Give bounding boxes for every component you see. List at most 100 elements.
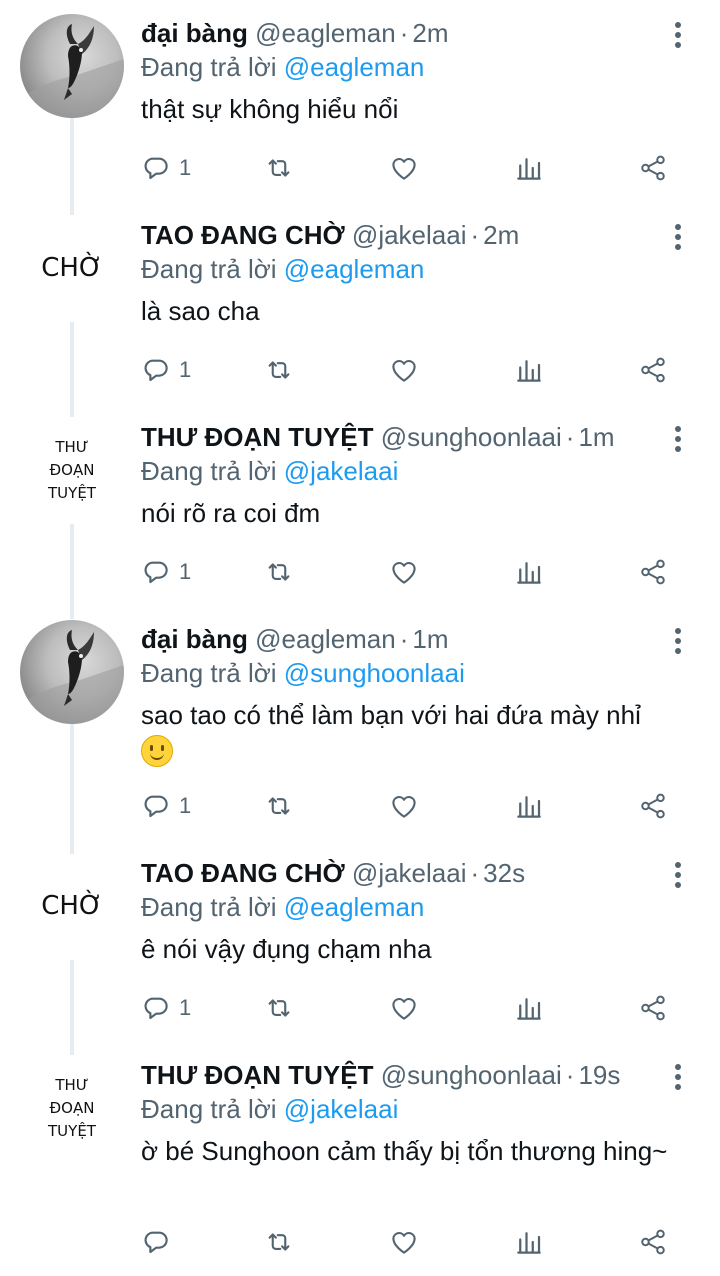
tweet-header: TAO ĐANG CHỜ @jakelaai · 32s	[141, 856, 525, 890]
more-options-button[interactable]	[668, 626, 688, 656]
separator-dot: ·	[399, 624, 409, 654]
reply-button[interactable]: 1	[141, 350, 191, 390]
user-handle[interactable]: @sunghoonlaai	[381, 1060, 562, 1090]
like-button[interactable]	[389, 988, 419, 1028]
user-handle[interactable]: @jakelaai	[352, 858, 467, 888]
display-name[interactable]: TAO ĐANG CHỜ	[141, 220, 345, 250]
share-button[interactable]	[638, 350, 668, 390]
reply-icon	[141, 557, 171, 587]
replying-to-mention[interactable]: @eagleman	[284, 892, 425, 922]
avatar[interactable]: CHỜ	[20, 216, 124, 320]
analytics-button[interactable]	[514, 1222, 544, 1262]
like-button[interactable]	[389, 552, 419, 592]
share-button[interactable]	[638, 988, 668, 1028]
retweet-button[interactable]	[264, 1222, 294, 1262]
replying-to: Đang trả lời @eagleman	[141, 890, 424, 924]
timestamp[interactable]: 2m	[412, 18, 448, 48]
replying-to-mention[interactable]: @jakelaai	[284, 456, 399, 486]
user-handle[interactable]: @sunghoonlaai	[381, 422, 562, 452]
analytics-button[interactable]	[514, 988, 544, 1028]
replying-to-mention[interactable]: @eagleman	[284, 52, 425, 82]
separator-dot: ·	[470, 858, 480, 888]
timestamp[interactable]: 2m	[483, 220, 519, 250]
timestamp[interactable]: 19s	[578, 1060, 620, 1090]
avatar[interactable]: THƯ ĐOẠN TUYỆT	[20, 1056, 124, 1160]
reply-button[interactable]: 1	[141, 786, 191, 826]
separator-dot: ·	[470, 220, 480, 250]
tweet-actions	[141, 1222, 681, 1262]
avatar-text: CHỜ	[41, 253, 103, 283]
analytics-button[interactable]	[514, 148, 544, 188]
share-button[interactable]	[638, 786, 668, 826]
share-button[interactable]	[638, 1222, 668, 1262]
more-options-button[interactable]	[668, 20, 688, 50]
avatar[interactable]: CHỜ	[20, 854, 124, 958]
heart-icon	[389, 355, 419, 385]
analytics-icon	[514, 153, 544, 183]
replying-to: Đang trả lời @sunghoonlaai	[141, 656, 465, 690]
reply-icon	[141, 355, 171, 385]
tweet[interactable]: THƯ ĐOẠN TUYỆT THƯ ĐOẠN TUYỆT @sunghoonlaai…	[0, 404, 720, 619]
tweet[interactable]: CHỜ TAO ĐANG CHỜ @jakelaai · 2m Đang trả lời…	[0, 202, 720, 417]
separator-dot: ·	[565, 422, 575, 452]
avatar-text: THƯ	[55, 1075, 89, 1094]
tweet[interactable]: THƯ ĐOẠN TUYỆT THƯ ĐOẠN TUYỆT @sunghoonlaai…	[0, 1042, 720, 1276]
thread-connector-line	[70, 524, 74, 619]
retweet-button[interactable]	[264, 350, 294, 390]
reply-button[interactable]	[141, 1222, 179, 1262]
retweet-button[interactable]	[264, 552, 294, 592]
analytics-button[interactable]	[514, 786, 544, 826]
avatar[interactable]: THƯ ĐOẠN TUYỆT	[20, 418, 124, 522]
retweet-button[interactable]	[264, 786, 294, 826]
display-name[interactable]: TAO ĐANG CHỜ	[141, 858, 345, 888]
retweet-button[interactable]	[264, 148, 294, 188]
display-name[interactable]: đại bàng	[141, 624, 248, 654]
analytics-icon	[514, 557, 544, 587]
tweet-header: TAO ĐANG CHỜ @jakelaai · 2m	[141, 218, 519, 252]
more-options-button[interactable]	[668, 1062, 688, 1092]
like-button[interactable]	[389, 350, 419, 390]
analytics-button[interactable]	[514, 350, 544, 390]
timestamp[interactable]: 1m	[412, 624, 448, 654]
retweet-icon	[264, 791, 294, 821]
share-button[interactable]	[638, 148, 668, 188]
reply-count: 1	[179, 559, 192, 584]
display-name[interactable]: đại bàng	[141, 18, 248, 48]
tweet[interactable]: đại bàng @eagleman · 1m Đang trả lời @sungh…	[0, 606, 720, 856]
user-handle[interactable]: @eagleman	[255, 624, 396, 654]
separator-dot: ·	[565, 1060, 575, 1090]
replying-to-mention[interactable]: @eagleman	[284, 254, 425, 284]
tweet-text: thật sự không hiểu nổi	[141, 92, 681, 126]
avatar[interactable]	[20, 620, 124, 724]
tweet[interactable]: CHỜ TAO ĐANG CHỜ @jakelaai · 32s Đang trả lờ…	[0, 840, 720, 1055]
display-name[interactable]: THƯ ĐOẠN TUYỆT	[141, 422, 373, 452]
avatar[interactable]	[20, 14, 124, 118]
replying-to-label: Đang trả lời	[141, 892, 284, 922]
replying-to-mention[interactable]: @jakelaai	[284, 1094, 399, 1124]
like-button[interactable]	[389, 1222, 419, 1262]
tweet-actions: 1	[141, 786, 681, 826]
reply-count: 1	[179, 357, 192, 382]
timestamp[interactable]: 32s	[483, 858, 525, 888]
thread-connector-line	[70, 960, 74, 1055]
share-button[interactable]	[638, 552, 668, 592]
retweet-icon	[264, 355, 294, 385]
more-options-button[interactable]	[668, 222, 688, 252]
reply-button[interactable]: 1	[141, 148, 191, 188]
user-handle[interactable]: @eagleman	[255, 18, 396, 48]
replying-to-mention[interactable]: @sunghoonlaai	[284, 658, 465, 688]
tweet[interactable]: đại bàng @eagleman · 2m Đang trả lời @eagle…	[0, 0, 720, 215]
reply-button[interactable]: 1	[141, 988, 191, 1028]
more-options-button[interactable]	[668, 424, 688, 454]
thread-connector-line	[70, 322, 74, 417]
analytics-button[interactable]	[514, 552, 544, 592]
like-button[interactable]	[389, 786, 419, 826]
more-options-button[interactable]	[668, 860, 688, 890]
retweet-button[interactable]	[264, 988, 294, 1028]
user-handle[interactable]: @jakelaai	[352, 220, 467, 250]
reply-button[interactable]: 1	[141, 552, 191, 592]
retweet-icon	[264, 1227, 294, 1257]
like-button[interactable]	[389, 148, 419, 188]
display-name[interactable]: THƯ ĐOẠN TUYỆT	[141, 1060, 373, 1090]
timestamp[interactable]: 1m	[578, 422, 614, 452]
